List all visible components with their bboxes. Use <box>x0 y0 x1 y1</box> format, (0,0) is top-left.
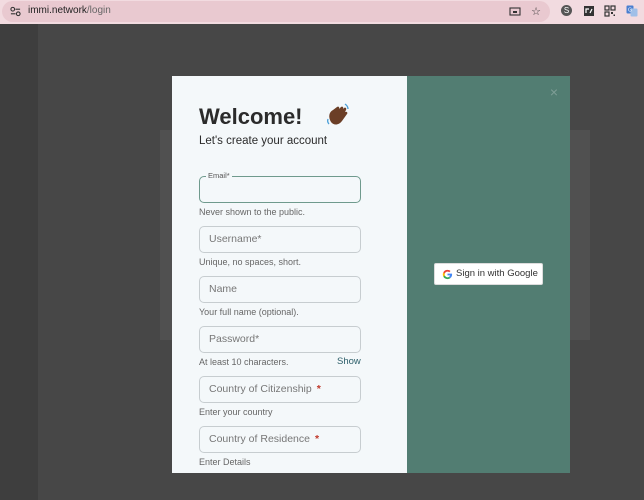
name-placeholder: Name <box>209 283 238 295</box>
translate-icon[interactable]: G <box>626 5 638 17</box>
residence-placeholder-text: Country of Residence <box>209 433 310 445</box>
username-field[interactable]: Username* <box>199 226 361 253</box>
email-field[interactable]: Email* <box>199 171 361 203</box>
address-bar[interactable]: immi.network/login ☆ <box>2 1 550 22</box>
browser-toolbar: immi.network/login ☆ S G <box>0 0 644 24</box>
name-hint: Your full name (optional). <box>199 307 299 317</box>
modal-title: Welcome! <box>199 104 303 129</box>
citizenship-hint: Enter your country <box>199 407 273 417</box>
modal-subtitle: Let's create your account <box>199 135 328 147</box>
close-icon[interactable]: × <box>550 84 558 100</box>
google-signin-button[interactable]: Sign in with Google <box>434 263 543 285</box>
username-placeholder: Username* <box>209 233 262 245</box>
google-signin-label: Sign in with Google <box>456 268 538 279</box>
google-icon <box>442 269 453 280</box>
residence-field[interactable]: Country of Residence * <box>199 426 361 453</box>
citizenship-field[interactable]: Country of Citizenship * <box>199 376 361 403</box>
required-mark: * <box>316 383 321 395</box>
qr-icon[interactable] <box>604 5 616 17</box>
star-icon[interactable]: ☆ <box>530 6 542 18</box>
password-hint: At least 10 characters. <box>199 357 289 367</box>
extension-icon[interactable] <box>583 5 595 17</box>
email-hint: Never shown to the public. <box>199 207 306 217</box>
page-sidebar-shade <box>0 24 38 500</box>
url-text[interactable]: immi.network/login <box>28 5 111 16</box>
show-password-link[interactable]: Show <box>337 356 361 367</box>
url-host: immi.network <box>28 5 87 16</box>
residence-hint: Enter Details <box>199 457 251 467</box>
citizenship-placeholder: Country of Citizenship * <box>209 383 321 395</box>
svg-text:G: G <box>628 8 632 14</box>
citizenship-placeholder-text: Country of Citizenship <box>209 383 312 395</box>
url-path: /login <box>86 5 111 16</box>
email-label: Email* <box>206 171 232 180</box>
signup-form-panel: Welcome! Let's create your account Email… <box>172 76 407 473</box>
residence-placeholder: Country of Residence * <box>209 433 319 445</box>
password-placeholder: Password* <box>209 333 260 345</box>
cast-icon[interactable] <box>509 6 521 18</box>
tune-icon[interactable] <box>10 6 21 17</box>
name-field[interactable]: Name <box>199 276 361 303</box>
required-mark: * <box>314 433 320 445</box>
username-hint: Unique, no spaces, short. <box>199 257 302 267</box>
skype-icon[interactable]: S <box>561 5 572 16</box>
password-field[interactable]: Password* <box>199 326 361 353</box>
waving-hand-icon <box>327 103 349 125</box>
signup-modal: Welcome! Let's create your account Email… <box>172 76 570 473</box>
